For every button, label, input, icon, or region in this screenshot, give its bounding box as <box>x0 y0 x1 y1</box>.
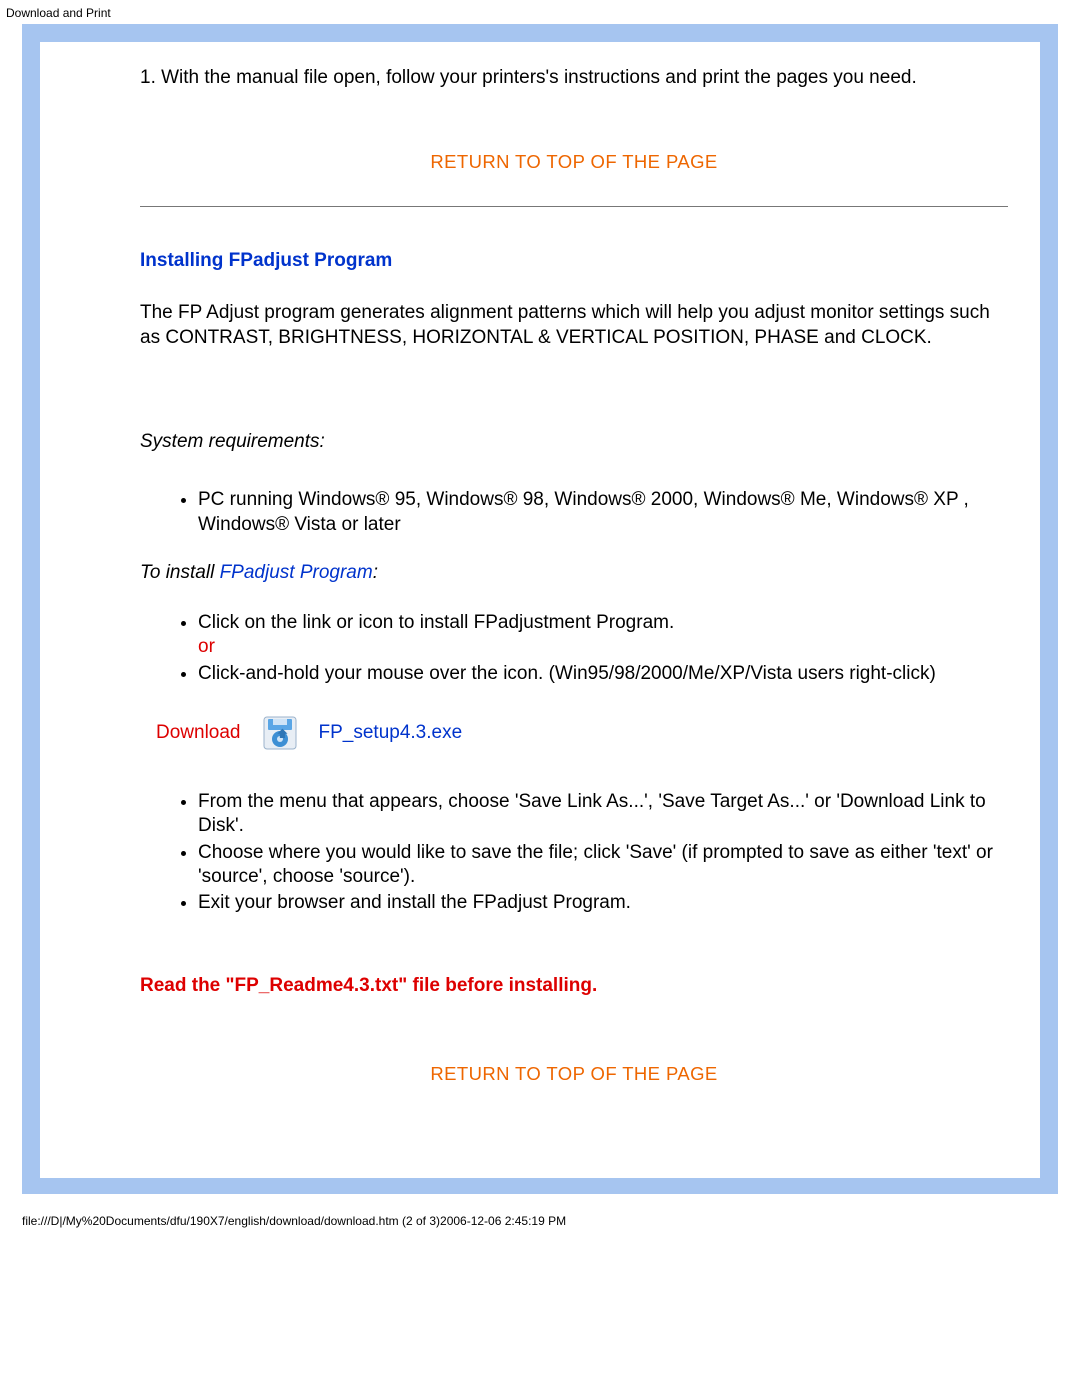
section-heading-fpadjust: Installing FPadjust Program <box>140 249 1008 273</box>
download-label: Download <box>156 721 241 745</box>
list-item: From the menu that appears, choose 'Save… <box>198 790 1008 839</box>
system-requirements-heading: System requirements: <box>140 430 1008 454</box>
return-to-top-anchor-2[interactable]: RETURN TO TOP OF THE PAGE <box>430 1063 717 1084</box>
system-requirements-list: PC running Windows® 95, Windows® 98, Win… <box>140 488 1008 537</box>
return-to-top-link-2[interactable]: RETURN TO TOP OF THE PAGE <box>140 1062 1008 1086</box>
print-instruction: 1. With the manual file open, follow you… <box>140 66 1008 90</box>
to-install-heading: To install FPadjust Program: <box>140 561 1008 585</box>
return-to-top-link-1[interactable]: RETURN TO TOP OF THE PAGE <box>140 150 1008 174</box>
download-file-link[interactable]: FP_setup4.3.exe <box>319 721 463 745</box>
list-item: Choose where you would like to save the … <box>198 841 1008 890</box>
footer-file-path: file:///D|/My%20Documents/dfu/190X7/engl… <box>0 1212 1080 1236</box>
readme-warning: Read the "FP_Readme4.3.txt" file before … <box>140 974 1008 998</box>
after-download-steps-list: From the menu that appears, choose 'Save… <box>140 790 1008 916</box>
install-step-1: Click on the link or icon to install FPa… <box>198 612 674 633</box>
fpadjust-program-link[interactable]: FPadjust Program <box>220 562 373 583</box>
content-frame: 1. With the manual file open, follow you… <box>22 24 1058 1194</box>
to-install-prefix: To install <box>140 562 220 583</box>
list-item: PC running Windows® 95, Windows® 98, Win… <box>198 488 1008 537</box>
list-item: Exit your browser and install the FPadju… <box>198 891 1008 915</box>
return-to-top-anchor-1[interactable]: RETURN TO TOP OF THE PAGE <box>430 151 717 172</box>
install-steps-list: Click on the link or icon to install FPa… <box>140 611 1008 686</box>
to-install-suffix: : <box>373 562 378 583</box>
download-file-anchor[interactable]: FP_setup4.3.exe <box>319 722 463 743</box>
fpadjust-intro-paragraph: The FP Adjust program generates alignmen… <box>140 301 1008 350</box>
disk-download-icon[interactable] <box>263 716 297 750</box>
list-item: Click-and-hold your mouse over the icon.… <box>198 662 1008 686</box>
list-item: Click on the link or icon to install FPa… <box>198 611 1008 660</box>
section-divider <box>140 206 1008 207</box>
page-header-label: Download and Print <box>0 0 1080 24</box>
download-row: Download FP_setup4.3.exe <box>156 716 1008 750</box>
or-text: or <box>198 636 215 657</box>
